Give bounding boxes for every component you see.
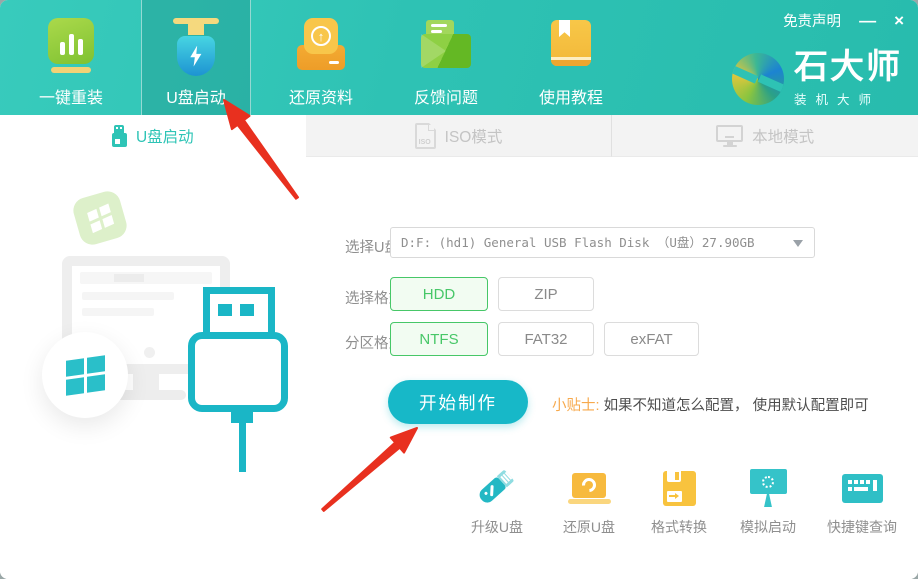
main-nav: 一键重装 U盘启动 ↑ 还原资料	[16, 0, 641, 115]
tool-label: 模拟启动	[740, 517, 796, 537]
tab-label: ISO模式	[445, 125, 503, 147]
brand-name: 石大师	[794, 50, 902, 84]
usb-plug-cable	[239, 422, 246, 472]
tool-restore-usb[interactable]: 还原U盘	[539, 466, 639, 537]
chevron-down-icon	[793, 240, 803, 247]
nav-item-feedback[interactable]: 反馈问题	[391, 0, 501, 115]
tool-label: 升级U盘	[471, 517, 523, 537]
partition-option-fat32[interactable]: FAT32	[498, 322, 594, 356]
brand-tagline: 装机大师	[794, 89, 902, 108]
brand-logo-icon	[732, 53, 784, 105]
tab-label: U盘启动	[136, 125, 194, 147]
nav-item-usb-boot[interactable]: U盘启动	[141, 0, 251, 115]
nav-item-tutorial[interactable]: 使用教程	[516, 0, 626, 115]
bar-chart-icon	[48, 18, 94, 76]
titlebar-controls: 免责声明 — ×	[783, 10, 904, 31]
disclaimer-link[interactable]: 免责声明	[783, 10, 841, 31]
usb-drive-select[interactable]: D:F: (hd1) General USB Flash Disk （U盘）27…	[390, 227, 815, 258]
nav-item-restore-data[interactable]: ↑ 还原资料	[266, 0, 376, 115]
iso-file-icon: ISO	[415, 123, 436, 149]
usb-drive-value: D:F: (hd1) General USB Flash Disk （U盘）27…	[391, 228, 814, 257]
windows-logo-badge	[42, 332, 128, 418]
nav-label: 反馈问题	[414, 84, 478, 108]
minimize-button[interactable]: —	[859, 12, 876, 29]
app-window: 一键重装 U盘启动 ↑ 还原资料	[0, 0, 918, 579]
nav-label: U盘启动	[166, 84, 226, 108]
nav-label: 使用教程	[539, 84, 603, 108]
laptop-restore-icon	[568, 473, 611, 504]
start-create-button[interactable]: 开始制作	[388, 380, 528, 424]
book-icon	[550, 18, 592, 70]
tool-label: 快捷键查询	[827, 517, 897, 537]
tab-iso-mode[interactable]: ISO ISO模式	[306, 115, 612, 157]
app-header: 一键重装 U盘启动 ↑ 还原资料	[0, 0, 918, 115]
monitor-icon	[716, 125, 743, 147]
usb-plug-metal-illustration	[203, 287, 275, 339]
nav-label: 还原资料	[289, 84, 353, 108]
usb-plug-body-illustration	[188, 332, 288, 412]
tool-label: 格式转换	[651, 517, 707, 537]
feedback-mail-icon	[421, 18, 471, 70]
restore-box-icon: ↑	[295, 18, 347, 72]
format-option-zip[interactable]: ZIP	[498, 277, 594, 311]
tool-upgrade-usb[interactable]: 升级U盘	[447, 466, 547, 537]
brand-block: 石大师 装机大师	[732, 50, 902, 108]
partition-option-ntfs[interactable]: NTFS	[390, 322, 488, 356]
usb-upgrade-icon	[475, 466, 519, 510]
nav-item-one-click-reinstall[interactable]: 一键重装	[16, 0, 126, 115]
monitor-stand	[133, 374, 159, 390]
close-button[interactable]: ×	[894, 12, 904, 29]
floppy-convert-icon	[663, 471, 696, 506]
tip-prefix: 小贴士:	[552, 398, 600, 414]
keyboard-icon	[842, 474, 883, 503]
usb-icon	[112, 125, 127, 147]
tab-usb-boot[interactable]: U盘启动	[0, 115, 306, 157]
tab-label: 本地模式	[752, 125, 814, 147]
tool-simulate-boot[interactable]: 模拟启动	[718, 466, 818, 537]
mode-tabs: U盘启动 ISO ISO模式 本地模式	[0, 115, 918, 157]
tool-format-convert[interactable]: 格式转换	[629, 466, 729, 537]
nav-label: 一键重装	[39, 84, 103, 108]
simulate-boot-icon	[750, 469, 787, 507]
tool-shortcut-query[interactable]: 快捷键查询	[812, 466, 912, 537]
partition-option-exfat[interactable]: exFAT	[604, 322, 699, 356]
tab-local-mode[interactable]: 本地模式	[611, 115, 918, 157]
tool-label: 还原U盘	[563, 517, 615, 537]
tip-text: 小贴士: 如果不知道怎么配置， 使用默认配置即可	[552, 394, 869, 415]
shield-bolt-icon	[173, 18, 219, 76]
format-option-hdd[interactable]: HDD	[390, 277, 488, 311]
